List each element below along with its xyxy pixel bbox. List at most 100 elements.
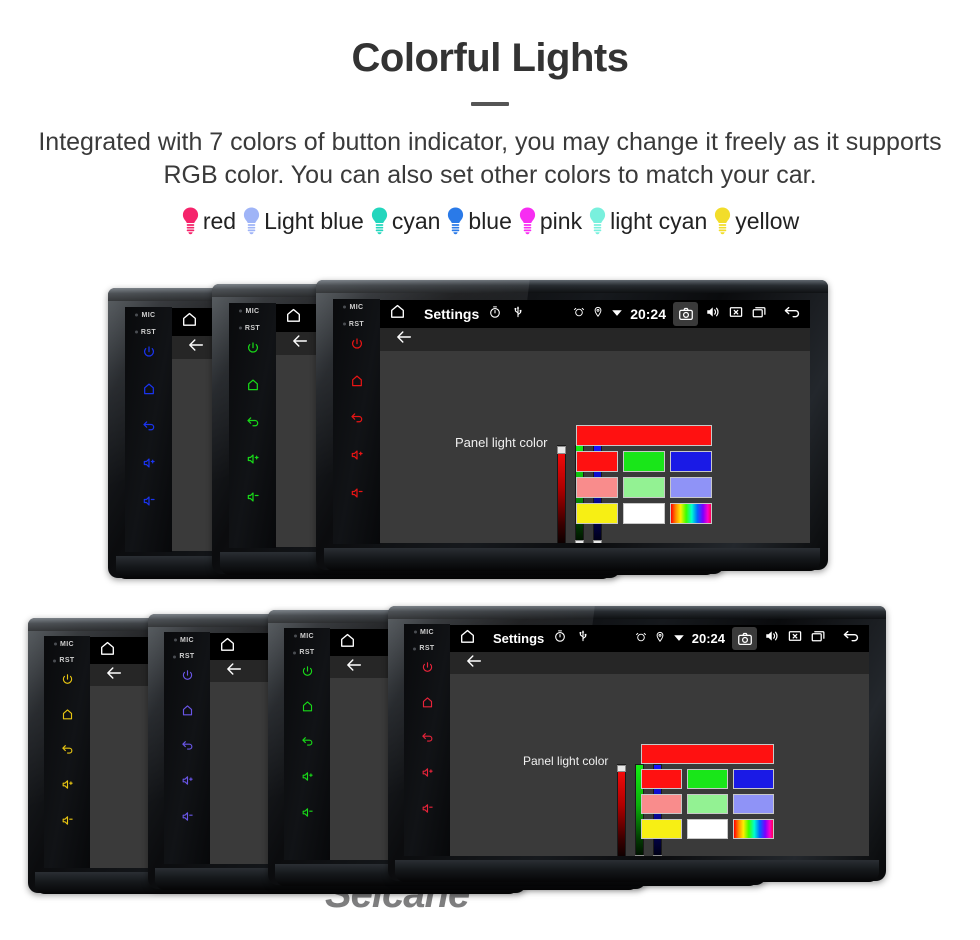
back-arrow-icon[interactable] — [187, 336, 205, 359]
hardware-power-icon[interactable] — [61, 673, 74, 691]
swatch-salmon[interactable] — [576, 477, 618, 498]
back-arrow-icon[interactable] — [465, 652, 483, 675]
hardware-home-icon[interactable] — [142, 382, 156, 401]
red-slider[interactable] — [617, 764, 627, 856]
hardware-volume-down-icon[interactable] — [301, 806, 314, 824]
swatch-lightgreen[interactable] — [687, 794, 728, 814]
back-arrow-icon[interactable] — [345, 656, 363, 679]
blue-slider-thumb[interactable] — [592, 540, 602, 543]
swatch-rainbow[interactable] — [670, 503, 712, 524]
stopwatch-icon[interactable] — [488, 305, 502, 324]
speaker-icon[interactable] — [764, 628, 780, 649]
close-box-icon[interactable] — [787, 628, 803, 649]
home-icon[interactable] — [459, 628, 476, 650]
hardware-volume-up-icon[interactable] — [301, 770, 314, 788]
swatch-salmon[interactable] — [641, 794, 682, 814]
back-arrow-icon[interactable] — [783, 303, 801, 326]
head-unit-red-bottom-3[interactable]: MIC RST Settings 20:24 Panel light color — [388, 606, 886, 882]
hardware-power-icon[interactable] — [350, 337, 364, 356]
close-box-icon[interactable] — [728, 304, 744, 325]
recents-icon[interactable] — [751, 304, 767, 325]
hardware-volume-down-icon[interactable] — [181, 810, 194, 828]
swatch-periwinkle[interactable] — [733, 794, 774, 814]
swatch-white[interactable] — [623, 503, 665, 524]
hardware-back-icon[interactable] — [301, 735, 314, 753]
hardware-power-icon[interactable] — [181, 669, 194, 687]
hardware-power-icon[interactable] — [142, 345, 156, 364]
camera-icon[interactable] — [732, 627, 757, 650]
camera-icon[interactable] — [673, 302, 698, 326]
hardware-back-icon[interactable] — [246, 415, 260, 434]
hardware-volume-down-icon[interactable] — [61, 814, 74, 832]
swatch-green[interactable] — [687, 769, 728, 789]
status-bar-clock: 20:24 — [630, 306, 666, 322]
swatch-yellow[interactable] — [641, 819, 682, 839]
hardware-volume-up-icon[interactable] — [61, 778, 74, 796]
usb-icon[interactable] — [576, 629, 590, 648]
hardware-back-icon[interactable] — [421, 731, 434, 749]
hardware-volume-up-icon[interactable] — [421, 766, 434, 784]
swatch-green[interactable] — [623, 451, 665, 472]
swatch-periwinkle[interactable] — [670, 477, 712, 498]
hardware-home-icon[interactable] — [246, 378, 260, 397]
home-icon[interactable] — [339, 632, 356, 654]
hardware-volume-up-icon[interactable] — [181, 774, 194, 792]
blue-slider-thumb[interactable] — [653, 855, 663, 856]
hardware-back-icon[interactable] — [61, 743, 74, 761]
hardware-volume-down-icon[interactable] — [421, 802, 434, 820]
head-unit-red-top-2[interactable]: MIC RST Settings 20:24 Panel light color — [316, 280, 828, 571]
hardware-home-icon[interactable] — [350, 374, 364, 393]
hardware-home-icon[interactable] — [181, 704, 194, 722]
mic-label: MIC — [299, 632, 315, 640]
swatch-blue[interactable] — [733, 769, 774, 789]
usb-icon[interactable] — [511, 305, 525, 324]
swatch-yellow[interactable] — [576, 503, 618, 524]
green-slider-thumb[interactable] — [635, 855, 645, 856]
hardware-back-icon[interactable] — [181, 739, 194, 757]
hardware-power-icon[interactable] — [301, 665, 314, 683]
hardware-home-icon[interactable] — [61, 708, 74, 726]
hardware-home-icon[interactable] — [301, 700, 314, 718]
back-arrow-icon[interactable] — [105, 664, 123, 687]
back-arrow-icon[interactable] — [291, 332, 309, 355]
hardware-volume-up-icon[interactable] — [246, 452, 260, 471]
swatch-lightgreen[interactable] — [623, 477, 665, 498]
touchscreen[interactable]: Settings 20:24 Panel light color — [450, 625, 869, 856]
hardware-home-icon[interactable] — [421, 696, 434, 714]
swatch-red[interactable] — [576, 451, 618, 472]
swatch-white[interactable] — [687, 819, 728, 839]
swatch-red[interactable] — [641, 769, 682, 789]
home-icon[interactable] — [389, 303, 406, 325]
hardware-back-icon[interactable] — [350, 411, 364, 430]
hardware-volume-down-icon[interactable] — [246, 490, 260, 509]
mic-label: MIC — [419, 628, 435, 636]
touchscreen[interactable]: Settings 20:24 Panel light color — [380, 300, 810, 543]
home-icon[interactable] — [181, 311, 198, 333]
stopwatch-icon[interactable] — [553, 629, 567, 648]
back-arrow-icon[interactable] — [225, 660, 243, 683]
swatch-blue[interactable] — [670, 451, 712, 472]
back-arrow-icon[interactable] — [395, 328, 413, 351]
status-bar-left — [339, 632, 356, 654]
hardware-volume-up-icon[interactable] — [142, 456, 156, 475]
hardware-volume-down-icon[interactable] — [350, 486, 364, 505]
hardware-volume-up-icon[interactable] — [350, 448, 364, 467]
green-slider-thumb[interactable] — [574, 540, 584, 543]
speaker-icon[interactable] — [705, 304, 721, 325]
hardware-back-icon[interactable] — [142, 419, 156, 438]
red-slider-thumb[interactable] — [617, 765, 627, 772]
hardware-power-icon[interactable] — [246, 341, 260, 360]
hardware-volume-down-icon[interactable] — [142, 494, 156, 513]
red-slider-thumb[interactable] — [556, 446, 566, 454]
home-icon[interactable] — [99, 640, 116, 662]
swatch-rainbow[interactable] — [733, 819, 774, 839]
settings-content: Panel light color — [450, 674, 869, 856]
home-icon[interactable] — [285, 307, 302, 329]
hardware-power-icon[interactable] — [421, 661, 434, 679]
swatch-row — [576, 503, 712, 524]
status-bar: Settings 20:24 — [450, 625, 869, 652]
red-slider[interactable] — [556, 445, 566, 543]
recents-icon[interactable] — [810, 628, 826, 649]
home-icon[interactable] — [219, 636, 236, 658]
back-arrow-icon[interactable] — [842, 627, 860, 650]
